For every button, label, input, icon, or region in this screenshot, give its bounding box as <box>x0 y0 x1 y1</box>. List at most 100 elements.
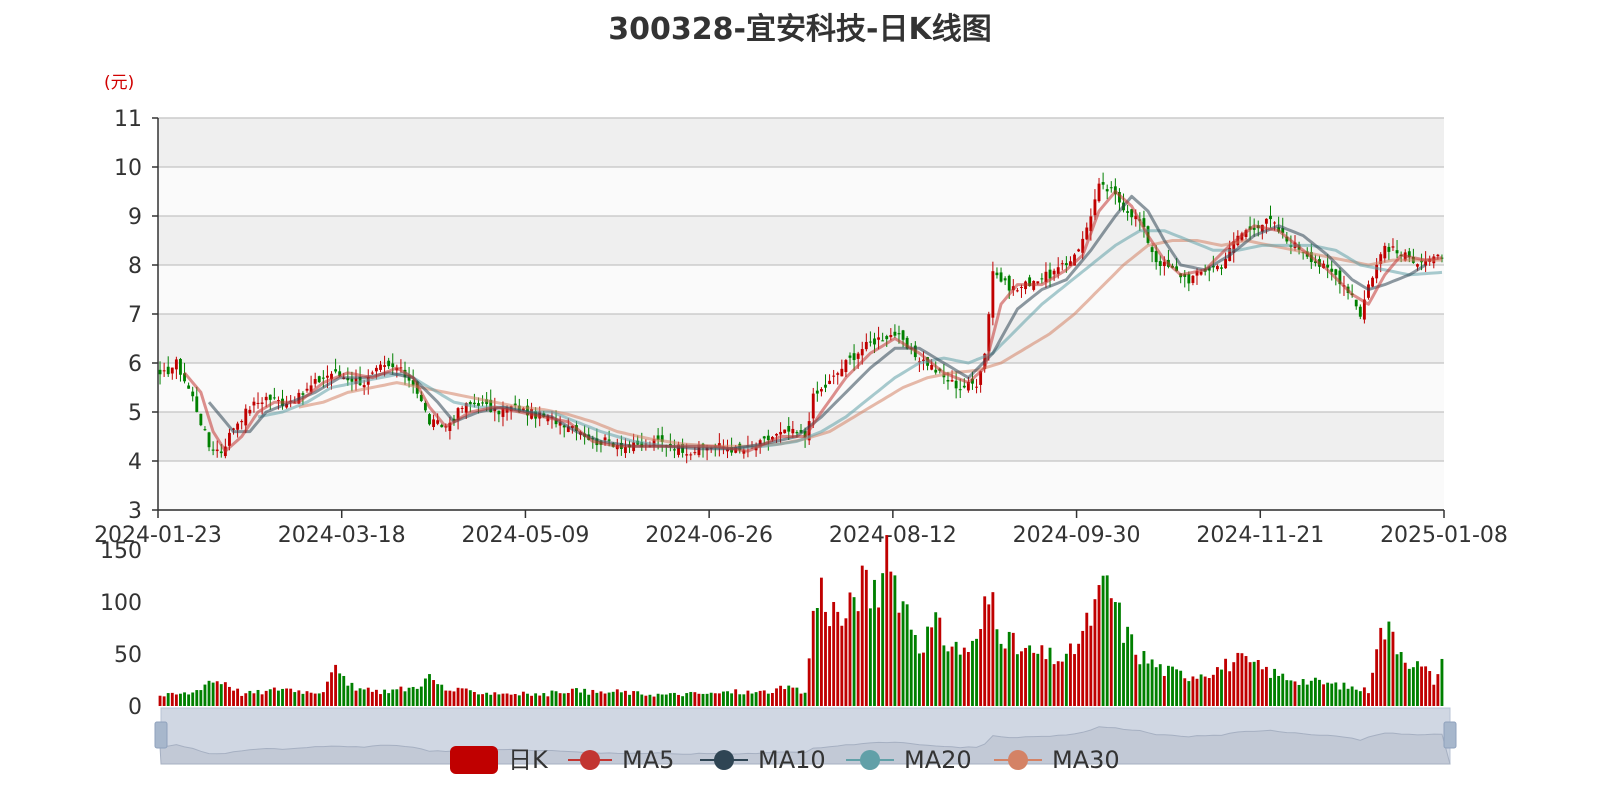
volume-bar <box>542 693 546 706</box>
price-tick-label: 4 <box>128 450 142 475</box>
volume-bar <box>1183 678 1187 706</box>
volume-bar <box>705 693 709 706</box>
volume-bar <box>791 687 795 706</box>
candle-body <box>158 369 162 375</box>
volume-bar <box>195 690 199 706</box>
volume-bar <box>158 695 162 706</box>
volume-bar <box>1220 669 1223 706</box>
volume-bar <box>746 690 750 706</box>
candle-body <box>211 449 215 451</box>
candle-body <box>685 454 689 456</box>
volume-bar <box>207 680 211 706</box>
candle-body <box>1007 275 1011 291</box>
volume-bar <box>468 690 472 706</box>
volume-bar <box>346 685 350 706</box>
volume-bar <box>1052 664 1056 706</box>
volume-bar <box>693 692 697 706</box>
volume-bar <box>587 694 591 706</box>
volume-bar <box>1309 680 1313 706</box>
volume-bar <box>566 692 570 706</box>
candle-body <box>1436 254 1440 257</box>
volume-bar <box>934 612 938 706</box>
slider-handle[interactable] <box>154 721 168 749</box>
legend-swatch <box>450 746 498 774</box>
volume-bar <box>762 690 766 706</box>
candle-body <box>1064 263 1068 266</box>
volume-bar <box>1256 659 1260 706</box>
candle-body <box>783 429 787 434</box>
volume-bar <box>1118 602 1121 706</box>
volume-bar <box>1154 667 1158 706</box>
volume-bar <box>668 693 672 706</box>
candle-body <box>301 393 305 395</box>
volume-bar <box>534 693 538 706</box>
volume-bar <box>289 688 293 706</box>
volume-bar <box>783 689 787 706</box>
volume-bar <box>1391 631 1395 706</box>
volume-bar <box>419 686 423 706</box>
volume-bar <box>1289 680 1293 706</box>
volume-bar <box>971 640 974 706</box>
volume-bar <box>1085 612 1089 706</box>
candle-body <box>325 375 329 378</box>
volume-bar <box>211 682 215 706</box>
candle-body <box>848 355 852 358</box>
volume-bar <box>1203 676 1207 706</box>
volume-bar <box>509 694 513 706</box>
volume-bar <box>1264 666 1268 706</box>
volume-bar <box>1281 673 1285 706</box>
candle-body <box>885 336 889 340</box>
volume-bar <box>1436 674 1440 706</box>
candle-body <box>248 409 252 414</box>
price-tick-label: 7 <box>128 303 142 328</box>
volume-bar <box>460 688 464 706</box>
date-tick-label: 2024-03-18 <box>278 523 406 548</box>
volume-bar <box>293 692 297 706</box>
volume-bar <box>342 675 346 706</box>
candle-body <box>1264 218 1268 224</box>
candle-body <box>317 376 321 383</box>
candle-body <box>219 451 223 454</box>
volume-bar <box>1187 681 1191 706</box>
candle-body <box>228 432 231 446</box>
volume-bar <box>272 687 276 706</box>
date-tick-label: 2025-01-08 <box>1380 523 1508 548</box>
volume-bar <box>1077 643 1081 706</box>
volume-bar <box>538 695 542 706</box>
volume-bar <box>191 692 195 706</box>
volume-bar <box>579 692 582 706</box>
legend-label: MA30 <box>1052 746 1120 774</box>
volume-bar <box>632 691 636 706</box>
candle-body <box>1371 277 1374 287</box>
volume-bar <box>1240 653 1244 706</box>
volume-bar <box>750 693 754 706</box>
volume-bar <box>885 535 889 706</box>
legend-marker <box>580 750 600 770</box>
volume-bar <box>513 693 517 706</box>
volume-bar <box>873 579 876 706</box>
candle-body <box>877 337 880 340</box>
candle-body <box>832 375 836 377</box>
volume-bar <box>1244 656 1248 706</box>
volume-bar <box>954 641 958 706</box>
volume-bar <box>999 643 1003 706</box>
grid-band <box>158 461 1444 510</box>
volume-bar <box>277 690 280 706</box>
volume-bar <box>203 684 207 706</box>
candle-body <box>236 423 240 430</box>
volume-tick-label: 100 <box>100 591 142 616</box>
volume-bar-series <box>158 535 1444 706</box>
candle-body <box>811 393 815 419</box>
volume-bar <box>1069 643 1072 706</box>
candle-body <box>693 452 697 454</box>
candle-body <box>962 385 966 388</box>
volume-bar <box>1383 639 1387 706</box>
volume-bar <box>485 692 489 706</box>
volume-bar <box>852 597 856 706</box>
candle-body <box>240 421 244 423</box>
volume-bar <box>779 685 783 706</box>
volume-bar <box>648 694 652 706</box>
candle-body <box>170 367 174 374</box>
slider-handle[interactable] <box>1443 721 1457 749</box>
volume-bar <box>1416 661 1419 706</box>
